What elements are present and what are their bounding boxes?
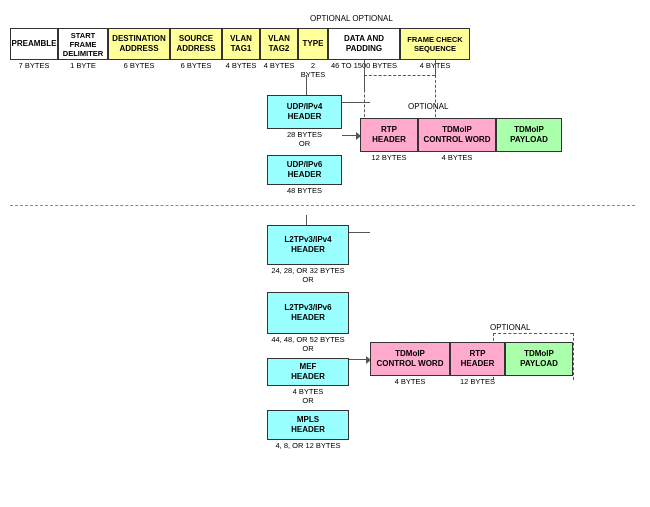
tdmoip-payload-2-box: TDMoIPPAYLOAD bbox=[505, 342, 573, 376]
frame-check-box: FRAME CHECK SEQUENCE bbox=[400, 28, 470, 60]
rtp-header-1-box: RTPHEADER bbox=[360, 118, 418, 152]
dest-addr-box: DESTINATION ADDRESS bbox=[108, 28, 170, 60]
mpls-header-box: MPLSHEADER bbox=[267, 410, 349, 440]
arrow-head-2 bbox=[366, 356, 371, 364]
vlan-tag1-box: VLAN TAG1 bbox=[222, 28, 260, 60]
start-frame-box: START FRAME DELIMITER bbox=[58, 28, 108, 60]
diagram: OPTIONAL OPTIONAL PREAMBLE 7 BYTES START… bbox=[0, 0, 650, 507]
optional-label-2: OPTIONAL bbox=[490, 323, 530, 332]
preamble-sub: 7 BYTES bbox=[10, 61, 58, 70]
udp-ipv6-sub: 48 BYTES bbox=[267, 186, 342, 195]
tdmoip-cw-1-sub: 4 BYTES bbox=[418, 153, 496, 162]
mef-header-box: MEFHEADER bbox=[267, 358, 349, 386]
bracket-top bbox=[364, 75, 435, 76]
rtp-header-2-box: RTPHEADER bbox=[450, 342, 505, 376]
optional-label-1: OPTIONAL bbox=[408, 102, 448, 111]
l2tpv3-ipv6-box: L2TPv3/IPv6HEADER bbox=[267, 292, 349, 334]
udp-ipv4-box: UDP/IPv4HEADER bbox=[267, 95, 342, 129]
l2tpv3-ipv6-sub: 44, 48, OR 52 BYTESOR bbox=[267, 335, 349, 353]
mef-header-sub: 4 BYTESOR bbox=[267, 387, 349, 405]
s2-bracket-top bbox=[493, 333, 573, 334]
tdmoip-cw-2-box: TDMoIPCONTROL WORD bbox=[370, 342, 450, 376]
vlan-tag2-box: VLAN TAG2 bbox=[260, 28, 298, 60]
mpls-header-sub: 4, 8, OR 12 BYTES bbox=[267, 441, 349, 450]
s2-bracket-right bbox=[573, 333, 574, 380]
tdmoip-cw-1-box: TDMoIPCONTROL WORD bbox=[418, 118, 496, 152]
source-addr-sub: 6 BYTES bbox=[170, 61, 222, 70]
l2tpv3-ipv4-sub: 24, 28, OR 32 BYTESOR bbox=[267, 266, 349, 284]
bracket-left bbox=[364, 75, 365, 122]
top-optional-label: OPTIONAL OPTIONAL bbox=[310, 14, 393, 23]
vlan-tag1-sub: 4 BYTES bbox=[222, 61, 260, 70]
arrow-head-1 bbox=[356, 132, 361, 140]
udp-ipv4-sub: 28 BYTESOR bbox=[267, 130, 342, 148]
udp-ipv6-box: UDP/IPv6HEADER bbox=[267, 155, 342, 185]
l2tpv3-ipv4-box: L2TPv3/IPv4HEADER bbox=[267, 225, 349, 265]
bracket-right bbox=[435, 75, 436, 122]
connector-line-2 bbox=[435, 60, 436, 75]
type-box: TYPE bbox=[298, 28, 328, 60]
rtp-header-1-sub: 12 BYTES bbox=[360, 153, 418, 162]
source-addr-box: SOURCE ADDRESS bbox=[170, 28, 222, 60]
tdmoip-cw-2-sub: 4 BYTES bbox=[370, 377, 450, 386]
section-separator bbox=[10, 205, 635, 206]
start-frame-sub: 1 BYTE bbox=[58, 61, 108, 70]
dest-addr-sub: 6 BYTES bbox=[108, 61, 170, 70]
preamble-box: PREAMBLE bbox=[10, 28, 58, 60]
tdmoip-payload-1-box: TDMoIPPAYLOAD bbox=[496, 118, 562, 152]
type-sub: 2 BYTES bbox=[298, 61, 328, 79]
vlan-tag2-sub: 4 BYTES bbox=[260, 61, 298, 70]
data-padding-box: DATA AND PADDING bbox=[328, 28, 400, 60]
rtp-header-2-sub: 12 BYTES bbox=[450, 377, 505, 386]
